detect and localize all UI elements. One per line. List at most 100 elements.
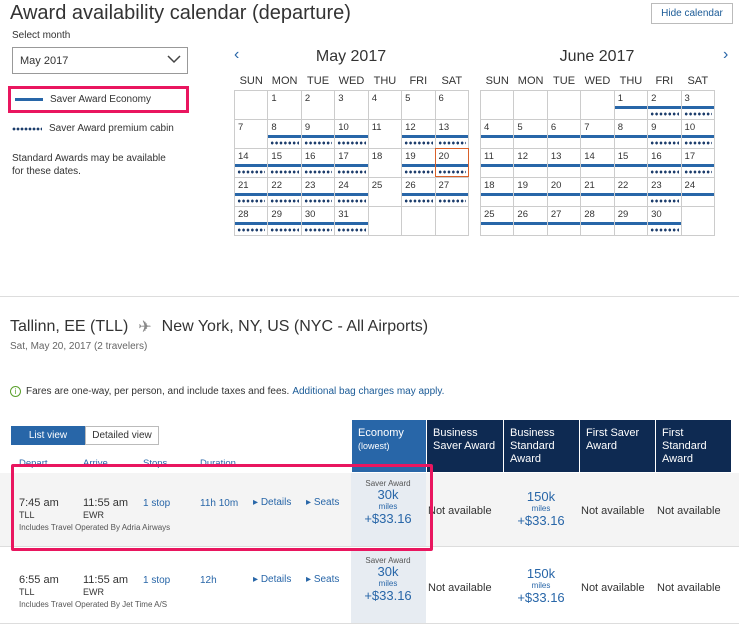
calendar-day[interactable]: 1 bbox=[267, 89, 302, 120]
calendar-day[interactable]: 26 bbox=[513, 205, 548, 236]
calendar-day[interactable]: 12 bbox=[401, 118, 436, 149]
calendar-day[interactable]: 4 bbox=[479, 118, 515, 149]
next-month-arrow-icon[interactable]: › bbox=[723, 46, 728, 64]
calendar-day[interactable]: 10 bbox=[334, 118, 369, 149]
business-standard-price[interactable]: 150k miles +$33.16 bbox=[503, 490, 579, 529]
premium-availability-dots bbox=[303, 169, 333, 174]
day-number: 11 bbox=[371, 121, 382, 133]
cabin-header-business-standard[interactable]: Business Standard Award bbox=[503, 420, 579, 472]
stops-link[interactable]: 1 stop bbox=[143, 575, 170, 586]
premium-availability-dots bbox=[650, 198, 679, 203]
calendar-day[interactable]: 19 bbox=[513, 176, 548, 207]
depart-code: TLL bbox=[19, 587, 35, 597]
duration: 12h bbox=[200, 575, 217, 586]
premium-availability-dots bbox=[337, 198, 366, 203]
calendar-day[interactable]: 4 bbox=[367, 89, 403, 120]
calendar-day[interactable]: 18 bbox=[367, 147, 403, 178]
calendar-empty-cell bbox=[546, 89, 582, 120]
calendar-day[interactable]: 8 bbox=[267, 118, 302, 149]
tab-detailed-view[interactable]: Detailed view bbox=[85, 426, 159, 445]
calendar-day[interactable]: 3 bbox=[334, 89, 369, 120]
economy-price[interactable]: Saver Award 30k miles +$33.16 bbox=[351, 556, 425, 603]
calendar-day[interactable]: 12 bbox=[513, 147, 548, 178]
calendar-day[interactable]: 6 bbox=[546, 118, 582, 149]
calendar-day[interactable]: 13 bbox=[434, 118, 470, 149]
tab-list-view[interactable]: List view bbox=[11, 426, 85, 445]
calendar-day[interactable]: 18 bbox=[479, 176, 515, 207]
calendar-day[interactable]: 29 bbox=[267, 205, 302, 236]
details-link[interactable]: ▸ Details bbox=[253, 574, 291, 585]
cabin-title: Economy bbox=[358, 427, 404, 439]
month-select[interactable]: May 2017 bbox=[12, 47, 188, 74]
day-number: 31 bbox=[338, 208, 349, 220]
day-number: 30 bbox=[304, 208, 316, 220]
hide-calendar-button[interactable]: Hide calendar bbox=[651, 3, 733, 24]
legend-economy-label: Saver Award Economy bbox=[50, 94, 151, 105]
day-number: 17 bbox=[338, 150, 349, 162]
calendar-day[interactable]: 11 bbox=[479, 147, 515, 178]
economy-availability-bar bbox=[614, 134, 648, 138]
economy-availability-bar bbox=[514, 163, 547, 167]
calendar-day[interactable]: 29 bbox=[613, 205, 649, 236]
miles-amount: 30k bbox=[377, 564, 399, 579]
calendar-day[interactable]: 8 bbox=[613, 118, 649, 149]
calendar-day[interactable]: 1 bbox=[613, 89, 649, 120]
day-number: 20 bbox=[550, 179, 562, 191]
calendar-day[interactable]: 20 bbox=[434, 147, 470, 178]
calendar-day[interactable]: 31 bbox=[334, 205, 369, 236]
calendar-day[interactable]: 2 bbox=[300, 89, 336, 120]
calendar-day[interactable]: 5 bbox=[513, 118, 548, 149]
business-standard-price[interactable]: 150k miles +$33.16 bbox=[503, 567, 579, 606]
calendar-day[interactable]: 6 bbox=[434, 89, 470, 120]
calendar-day[interactable]: 13 bbox=[546, 147, 582, 178]
calendar-day[interactable]: 16 bbox=[647, 147, 682, 178]
calendar-day[interactable]: 20 bbox=[546, 176, 582, 207]
calendar-day[interactable]: 3 bbox=[680, 89, 716, 120]
calendar-day[interactable]: 16 bbox=[300, 147, 336, 178]
seats-link[interactable]: ▸ Seats bbox=[306, 574, 339, 585]
calendar-day[interactable]: 25 bbox=[367, 176, 403, 207]
day-number: 16 bbox=[304, 150, 316, 162]
calendar-day[interactable]: 9 bbox=[300, 118, 336, 149]
calendar-day[interactable]: 26 bbox=[401, 176, 436, 207]
calendar-day[interactable]: 11 bbox=[367, 118, 403, 149]
day-number: 23 bbox=[651, 179, 662, 191]
calendar-day[interactable]: 30 bbox=[647, 205, 682, 236]
calendar-day[interactable]: 24 bbox=[680, 176, 716, 207]
calendar-day[interactable]: 9 bbox=[647, 118, 682, 149]
calendar-day[interactable]: 28 bbox=[233, 205, 269, 236]
calendar-day[interactable]: 25 bbox=[479, 205, 515, 236]
calendar-day[interactable]: 17 bbox=[680, 147, 716, 178]
calendar-day[interactable]: 21 bbox=[233, 176, 269, 207]
calendar-day[interactable]: 19 bbox=[401, 147, 436, 178]
cabin-header-business-saver[interactable]: Business Saver Award bbox=[426, 420, 503, 472]
cabin-header-first-standard[interactable]: First Standard Award bbox=[655, 420, 731, 472]
calendar-day[interactable]: 7 bbox=[580, 118, 615, 149]
calendar-day[interactable]: 2 bbox=[647, 89, 682, 120]
calendar-day[interactable]: 30 bbox=[300, 205, 336, 236]
day-number: 16 bbox=[651, 150, 662, 162]
calendar-day[interactable]: 14 bbox=[233, 147, 269, 178]
bag-charges-link[interactable]: Additional bag charges may apply. bbox=[292, 386, 444, 397]
day-number: 22 bbox=[617, 179, 629, 191]
page-title: Award availability calendar (departure) bbox=[10, 2, 351, 24]
calendar-day[interactable]: 24 bbox=[334, 176, 369, 207]
calendar-day[interactable]: 27 bbox=[546, 205, 582, 236]
calendar-day[interactable]: 17 bbox=[334, 147, 369, 178]
calendar-day[interactable]: 15 bbox=[613, 147, 649, 178]
economy-availability-bar bbox=[481, 163, 514, 167]
calendar-day[interactable]: 22 bbox=[267, 176, 302, 207]
premium-availability-dots bbox=[303, 140, 333, 145]
calendar-day[interactable]: 23 bbox=[647, 176, 682, 207]
cabin-header-first-saver[interactable]: First Saver Award bbox=[579, 420, 655, 472]
calendar-day[interactable]: 15 bbox=[267, 147, 302, 178]
calendar-day[interactable]: 27 bbox=[434, 176, 470, 207]
calendar-day[interactable]: 7 bbox=[233, 118, 269, 149]
calendar-day[interactable]: 10 bbox=[680, 118, 716, 149]
calendar-day[interactable]: 28 bbox=[580, 205, 615, 236]
calendar-day[interactable]: 5 bbox=[401, 89, 436, 120]
calendar-day[interactable]: 23 bbox=[300, 176, 336, 207]
calendar-day[interactable]: 21 bbox=[580, 176, 615, 207]
calendar-day[interactable]: 22 bbox=[613, 176, 649, 207]
calendar-day[interactable]: 14 bbox=[580, 147, 615, 178]
